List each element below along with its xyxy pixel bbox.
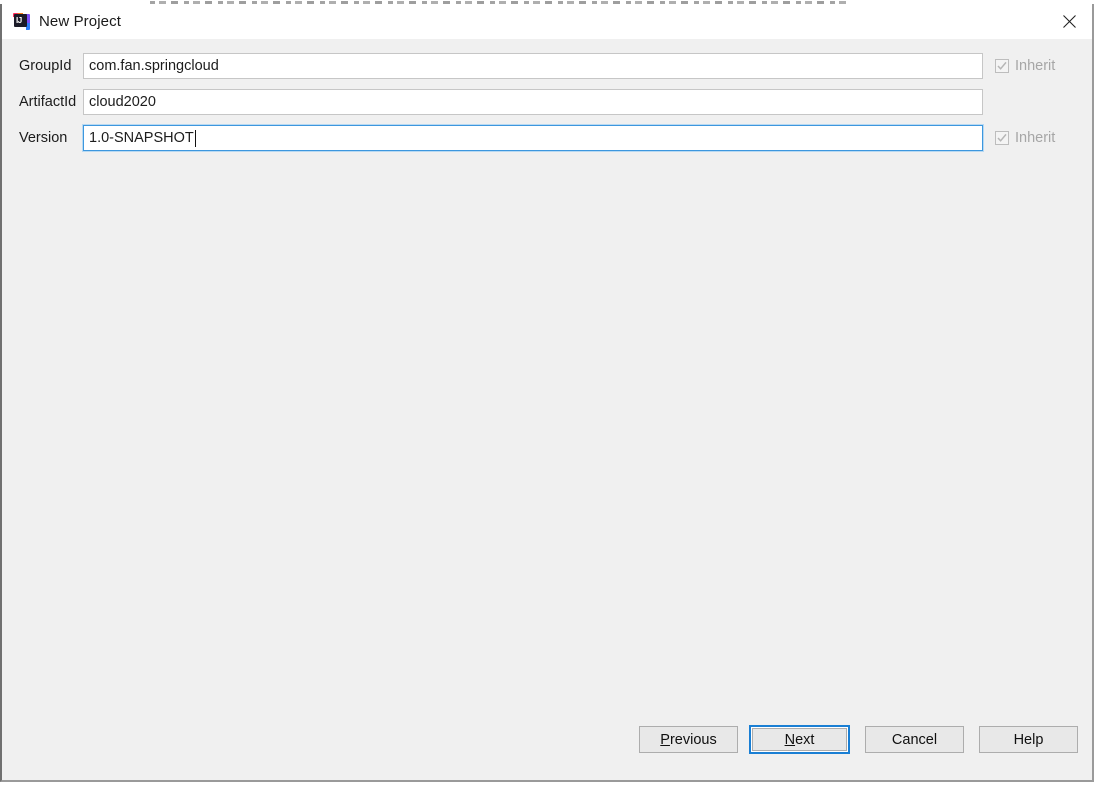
- text-caret: [194, 129, 196, 147]
- next-button-label: ext: [795, 731, 815, 748]
- cancel-button[interactable]: Cancel: [865, 726, 964, 753]
- previous-button[interactable]: Previous: [639, 726, 738, 753]
- field-row-artifactid: ArtifactId cloud2020: [2, 84, 1092, 120]
- groupid-input[interactable]: com.fan.springcloud: [83, 53, 983, 79]
- artifactid-label: ArtifactId: [19, 94, 77, 110]
- groupid-inherit-checkbox[interactable]: Inherit: [995, 58, 1055, 74]
- version-input[interactable]: 1.0-SNAPSHOT: [83, 125, 983, 151]
- version-input-value: 1.0-SNAPSHOT: [89, 130, 194, 146]
- dialog-titlebar: IJ New Project: [2, 4, 1092, 39]
- previous-button-mnemonic: P: [660, 731, 670, 748]
- version-inherit-checkbox[interactable]: Inherit: [995, 130, 1055, 146]
- help-button-label: Help: [1013, 731, 1044, 748]
- cancel-button-label: Cancel: [891, 731, 938, 748]
- maven-coordinates-form: GroupId com.fan.springcloud Inherit Arti…: [2, 39, 1092, 156]
- help-button[interactable]: Help: [979, 726, 1078, 753]
- groupid-label: GroupId: [19, 58, 72, 74]
- field-row-groupid: GroupId com.fan.springcloud Inherit: [2, 48, 1092, 84]
- next-button[interactable]: Next: [752, 728, 847, 751]
- checkbox-checked-disabled-icon: [995, 59, 1009, 73]
- artifactid-input[interactable]: cloud2020: [83, 89, 983, 115]
- intellij-idea-icon: IJ: [13, 13, 30, 30]
- previous-button-label: revious: [669, 731, 717, 748]
- new-project-dialog: IJ New Project GroupId com.fan.springclo…: [0, 4, 1094, 782]
- dialog-footer: Previous Next Cancel Help: [2, 722, 1092, 780]
- version-label: Version: [19, 130, 68, 146]
- close-icon[interactable]: [1046, 4, 1092, 39]
- groupid-input-value: com.fan.springcloud: [89, 58, 219, 74]
- next-button-mnemonic: N: [784, 731, 796, 748]
- version-inherit-label: Inherit: [1015, 130, 1056, 146]
- groupid-inherit-label: Inherit: [1015, 58, 1056, 74]
- dialog-title: New Project: [39, 13, 121, 30]
- field-row-version: Version 1.0-SNAPSHOT Inherit: [2, 120, 1092, 156]
- artifactid-input-value: cloud2020: [89, 94, 156, 110]
- checkbox-checked-disabled-icon: [995, 131, 1009, 145]
- next-button-focus-ring: Next: [749, 725, 850, 754]
- dialog-button-row: Previous Next Cancel Help: [624, 725, 1078, 754]
